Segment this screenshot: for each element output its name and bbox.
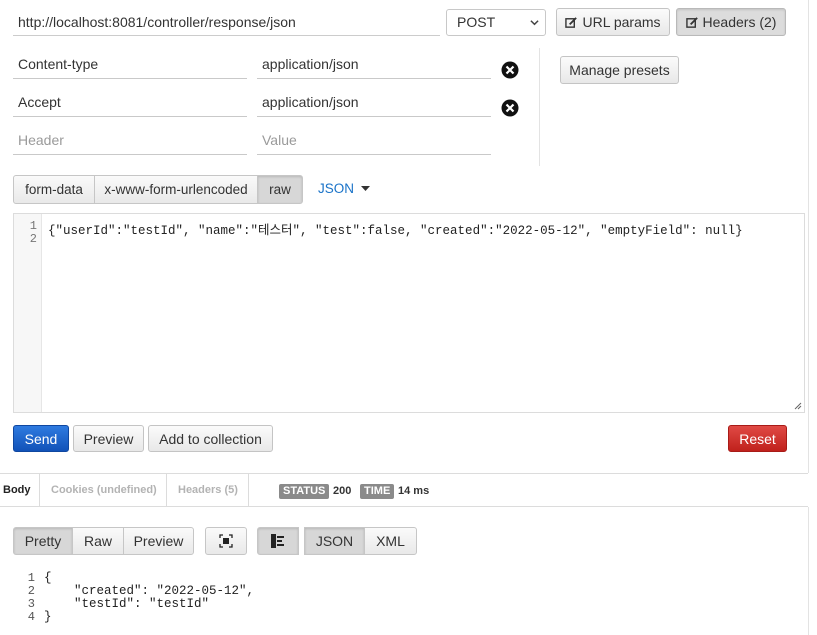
format-label: JSON xyxy=(318,181,355,196)
line-number: 2 xyxy=(27,584,35,598)
wrap-icon xyxy=(271,534,284,548)
view-pretty[interactable]: Pretty xyxy=(13,527,73,555)
line-gutter: 1 2 xyxy=(14,214,42,412)
response-line: "created": "2022-05-12", xyxy=(44,584,255,598)
line-number: 4 xyxy=(27,610,35,624)
line-number: 3 xyxy=(27,597,35,611)
header-key-field[interactable]: Accept xyxy=(13,89,247,117)
panel-divider xyxy=(808,0,809,473)
wrap-button[interactable] xyxy=(257,527,299,555)
fullscreen-icon xyxy=(219,534,233,548)
url-params-label: URL params xyxy=(582,14,661,30)
format-xml[interactable]: XML xyxy=(364,527,417,555)
status-badge: STATUS xyxy=(279,484,330,499)
manage-presets-button[interactable]: Manage presets xyxy=(560,56,679,84)
url-params-button[interactable]: URL params xyxy=(556,8,670,36)
headers-button[interactable]: Headers (2) xyxy=(676,8,786,36)
preview-button[interactable]: Preview xyxy=(73,425,144,452)
tab-x-www-form-urlencoded[interactable]: x-www-form-urlencoded xyxy=(94,175,258,204)
add-to-collection-button[interactable]: Add to collection xyxy=(148,425,273,452)
request-body-editor[interactable]: 1 2 {"userId":"testId", "name":"테스터", "t… xyxy=(13,213,805,413)
new-header-value-field[interactable]: Value xyxy=(257,127,491,155)
tab-form-data[interactable]: form-data xyxy=(13,175,95,204)
line-number: 1 xyxy=(27,571,35,585)
fullscreen-button[interactable] xyxy=(205,527,247,555)
divider xyxy=(539,48,540,166)
view-raw[interactable]: Raw xyxy=(72,527,124,555)
new-header-key-field[interactable]: Header xyxy=(13,127,247,155)
line-number: 2 xyxy=(29,232,37,246)
editor-line[interactable]: {"userId":"testId", "name":"테스터", "test"… xyxy=(48,219,743,238)
header-value-field[interactable]: application/json xyxy=(257,89,491,117)
url-input[interactable] xyxy=(13,8,440,36)
method-select[interactable]: POST xyxy=(446,9,546,36)
resize-handle-icon[interactable] xyxy=(794,402,802,410)
tab-raw[interactable]: raw xyxy=(257,175,303,204)
chevron-down-icon xyxy=(530,20,539,26)
response-line: { xyxy=(44,571,52,585)
tab-headers[interactable]: Headers (5) xyxy=(167,474,249,507)
panel-divider xyxy=(808,507,809,635)
method-value: POST xyxy=(457,14,496,30)
response-line: "testId": "testId" xyxy=(44,597,210,611)
header-value-field[interactable]: application/json xyxy=(257,51,491,79)
remove-icon[interactable] xyxy=(501,61,519,79)
send-button[interactable]: Send xyxy=(13,425,69,452)
format-json[interactable]: JSON xyxy=(304,527,365,555)
format-dropdown[interactable]: JSON xyxy=(318,181,370,196)
time-badge: TIME xyxy=(360,484,395,499)
time-value: 14 ms xyxy=(398,485,430,497)
remove-icon[interactable] xyxy=(501,99,519,117)
response-line: } xyxy=(44,610,52,624)
edit-icon xyxy=(685,17,698,28)
reset-button[interactable]: Reset xyxy=(728,425,787,452)
tab-cookies[interactable]: Cookies (undefined) xyxy=(40,474,167,507)
response-tab-bar: Body Cookies (undefined) Headers (5) STA… xyxy=(0,473,808,507)
view-preview[interactable]: Preview xyxy=(123,527,194,555)
tab-body[interactable]: Body xyxy=(0,474,40,507)
header-key-field[interactable]: Content-type xyxy=(13,51,247,79)
headers-label: Headers (2) xyxy=(702,14,777,30)
edit-icon xyxy=(565,17,578,28)
status-value: 200 xyxy=(333,485,352,497)
line-number: 1 xyxy=(29,219,37,233)
caret-down-icon xyxy=(360,186,370,191)
